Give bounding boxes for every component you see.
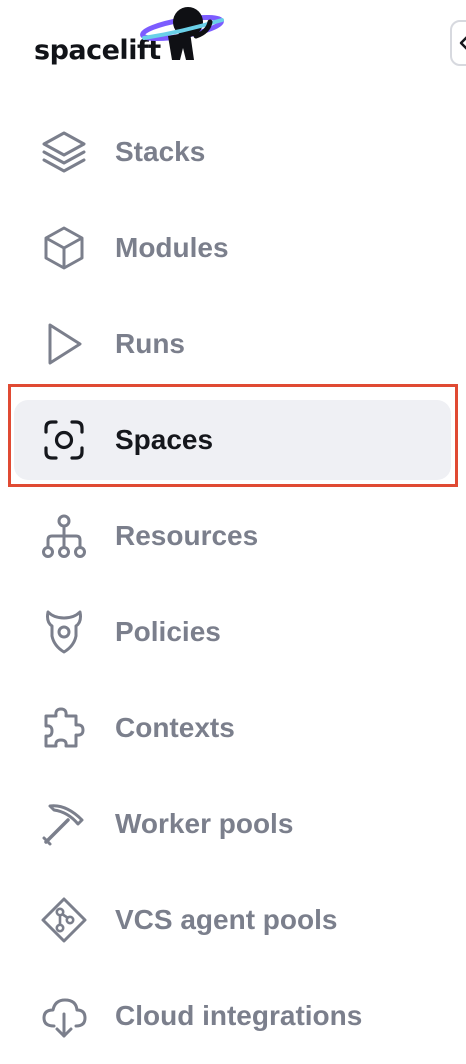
focus-frame-icon: [40, 416, 88, 464]
sidebar-item-policies[interactable]: Policies: [14, 592, 451, 672]
sidebar-item-label: Spaces: [115, 424, 214, 455]
sidebar-item-label: VCS agent pools: [115, 904, 338, 935]
puzzle-icon: [40, 704, 88, 752]
sidebar-item-contexts[interactable]: Contexts: [14, 688, 451, 768]
cube-icon: [40, 224, 88, 272]
sidebar-item-worker-pools[interactable]: Worker pools: [14, 784, 451, 864]
pickaxe-icon: [40, 800, 88, 848]
collapse-sidebar-button[interactable]: [450, 20, 466, 66]
sidebar-item-label: Resources: [115, 520, 259, 551]
sidebar-item-label: Policies: [115, 616, 221, 647]
shield-horns-icon: [40, 608, 88, 656]
sidebar-item-label: Stacks: [115, 136, 206, 167]
sidebar-item-modules[interactable]: Modules: [14, 208, 451, 288]
chevron-left-icon: [459, 36, 466, 50]
sidebar-item-stacks[interactable]: Stacks: [14, 112, 451, 192]
play-icon: [40, 320, 88, 368]
cloud-download-icon: [40, 992, 88, 1040]
sidebar-item-label: Runs: [115, 328, 185, 359]
sidebar-item-spaces[interactable]: Spaces: [14, 400, 451, 480]
sidebar-item-label: Cloud integrations: [115, 1000, 363, 1031]
astronaut-mascot-icon: [138, 2, 228, 64]
sidebar-item-label: Contexts: [115, 712, 235, 743]
sidebar-item-resources[interactable]: Resources: [14, 496, 451, 576]
git-branch-diamond-icon: [40, 896, 88, 944]
layers-icon: [40, 128, 88, 176]
hierarchy-icon: [40, 512, 88, 560]
sidebar-item-label: Worker pools: [115, 808, 294, 839]
sidebar-item-runs[interactable]: Runs: [14, 304, 451, 384]
sidebar-item-vcs-agent-pools[interactable]: VCS agent pools: [14, 880, 451, 960]
sidebar-item-cloud-integrations[interactable]: Cloud integrations: [14, 976, 451, 1056]
sidebar-item-label: Modules: [115, 232, 229, 263]
sidebar: spacelift Stacks Modules Runs Spaces Res…: [0, 0, 466, 1064]
